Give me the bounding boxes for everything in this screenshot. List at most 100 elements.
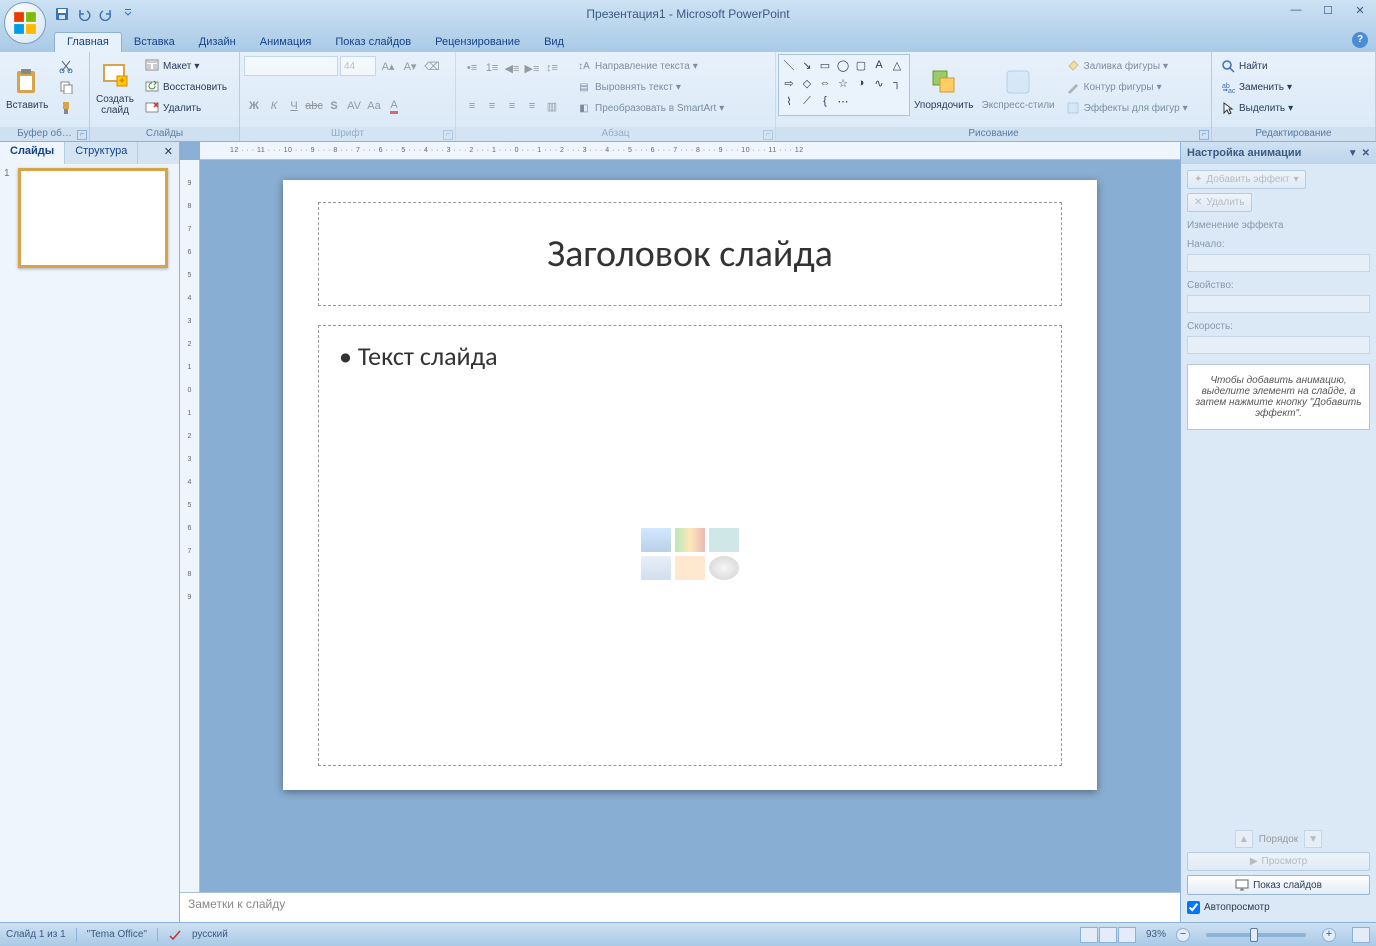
undo-button[interactable] (74, 4, 94, 24)
content-placeholder[interactable]: Текст слайда (318, 325, 1062, 766)
slideshow-button[interactable]: Показ слайдов (1187, 875, 1370, 895)
horizontal-ruler[interactable]: 12 · · · 11 · · · 10 · · · 9 · · · 8 · ·… (200, 142, 1180, 160)
property-combo[interactable] (1187, 295, 1370, 313)
align-center-button[interactable]: ≡ (482, 96, 502, 116)
spellcheck-icon[interactable] (168, 928, 182, 942)
maximize-button[interactable]: ☐ (1316, 2, 1340, 18)
drawing-dialog-launcher[interactable]: ⌐ (1199, 130, 1209, 140)
speed-combo[interactable] (1187, 336, 1370, 354)
panel-tab-outline[interactable]: Структура (65, 142, 138, 164)
slideshow-view-button[interactable] (1118, 927, 1136, 943)
save-button[interactable] (52, 4, 72, 24)
tab-review[interactable]: Рецензирование (423, 33, 532, 52)
italic-button[interactable]: К (264, 96, 284, 116)
qat-customize-button[interactable] (118, 4, 138, 24)
insert-picture-icon[interactable] (641, 556, 671, 580)
insert-chart-icon[interactable] (675, 528, 705, 552)
remove-effect-button[interactable]: ✕Удалить (1187, 193, 1252, 212)
shape-connector-icon[interactable]: ┐ (888, 74, 906, 92)
copy-button[interactable] (54, 77, 78, 97)
shape-star-icon[interactable]: ☆ (834, 74, 852, 92)
insert-media-icon[interactable] (709, 556, 739, 580)
title-placeholder[interactable]: Заголовок слайда (318, 202, 1062, 306)
shape-rounded-rect-icon[interactable]: ▢ (852, 56, 870, 74)
insert-clipart-icon[interactable] (675, 556, 705, 580)
select-button[interactable]: Выделить ▾ (1216, 98, 1297, 118)
shape-ellipse-icon[interactable]: ◯ (834, 56, 852, 74)
cut-button[interactable] (54, 56, 78, 76)
arrange-button[interactable]: Упорядочить (910, 54, 978, 122)
help-button[interactable]: ? (1352, 32, 1368, 48)
tab-animation[interactable]: Анимация (248, 33, 324, 52)
new-slide-button[interactable]: ✦ Создать слайд (92, 54, 138, 122)
insert-table-icon[interactable] (641, 528, 671, 552)
shape-effects-button[interactable]: Эффекты для фигур ▾ (1061, 98, 1192, 118)
paragraph-dialog-launcher[interactable]: ⌐ (763, 130, 773, 140)
strikethrough-button[interactable]: abc (304, 96, 324, 116)
shape-callout-icon[interactable]: ◑ (852, 74, 870, 92)
reset-button[interactable]: Восстановить (140, 77, 231, 97)
zoom-thumb[interactable] (1250, 928, 1258, 942)
tab-slideshow[interactable]: Показ слайдов (323, 33, 423, 52)
preview-button[interactable]: ▶ Просмотр (1187, 852, 1370, 871)
language[interactable]: русский (192, 929, 228, 940)
quick-styles-button[interactable]: Экспресс-стили (978, 54, 1059, 122)
shape-curve-icon[interactable]: ∿ (870, 74, 888, 92)
normal-view-button[interactable] (1080, 927, 1098, 943)
char-spacing-button[interactable]: AV (344, 96, 364, 116)
panel-tab-slides[interactable]: Слайды (0, 142, 65, 164)
animation-pane-dropdown[interactable]: ▼ (1348, 148, 1358, 159)
fit-to-window-button[interactable] (1352, 927, 1370, 943)
shape-triangle-icon[interactable]: △ (888, 56, 906, 74)
columns-button[interactable]: ▥ (542, 96, 562, 116)
clear-format-button[interactable]: ⌫ (422, 56, 442, 76)
paste-button[interactable]: Вставить (2, 54, 52, 122)
reorder-down-button[interactable]: ▼ (1304, 830, 1322, 848)
slide-thumbnail[interactable]: 1 (4, 168, 175, 268)
autopreview-input[interactable] (1187, 901, 1200, 914)
shrink-font-button[interactable]: A▾ (400, 56, 420, 76)
underline-button[interactable]: Ч (284, 96, 304, 116)
text-direction-button[interactable]: ↕AНаправление текста ▾ (572, 56, 728, 76)
replace-button[interactable]: abacЗаменить ▾ (1216, 77, 1297, 97)
tab-design[interactable]: Дизайн (187, 33, 248, 52)
font-family-combo[interactable] (244, 56, 338, 76)
office-button[interactable] (4, 2, 46, 44)
zoom-level[interactable]: 93% (1146, 929, 1166, 940)
font-color-button[interactable]: A (384, 96, 404, 116)
decrease-indent-button[interactable]: ◀≡ (502, 58, 522, 78)
zoom-in-button[interactable]: + (1322, 928, 1336, 942)
sorter-view-button[interactable] (1099, 927, 1117, 943)
tab-home[interactable]: Главная (54, 32, 122, 52)
clipboard-dialog-launcher[interactable]: ⌐ (77, 130, 87, 140)
grow-font-button[interactable]: A▴ (378, 56, 398, 76)
shape-brace-icon[interactable]: { (816, 92, 834, 110)
zoom-out-button[interactable]: − (1176, 928, 1190, 942)
minimize-button[interactable]: — (1284, 2, 1308, 18)
insert-smartart-icon[interactable] (709, 528, 739, 552)
shape-arrow-icon[interactable]: ↘ (798, 56, 816, 74)
shape-fill-button[interactable]: Заливка фигуры ▾ (1061, 56, 1192, 76)
vertical-ruler[interactable]: 9876543210123456789 (180, 160, 200, 892)
shape-freeform-icon[interactable]: ⟋ (798, 92, 816, 110)
slide-canvas[interactable]: Заголовок слайда Текст слайда (283, 180, 1097, 790)
reorder-up-button[interactable]: ▲ (1235, 830, 1253, 848)
convert-smartart-button[interactable]: ◧Преобразовать в SmartArt ▾ (572, 98, 728, 118)
zoom-slider[interactable] (1206, 933, 1306, 937)
shape-outline-button[interactable]: Контур фигуры ▾ (1061, 77, 1192, 97)
redo-button[interactable] (96, 4, 116, 24)
canvas-area[interactable]: Заголовок слайда Текст слайда (200, 160, 1180, 892)
close-button[interactable]: ✕ (1348, 2, 1372, 18)
align-text-button[interactable]: ▤Выровнять текст ▾ (572, 77, 728, 97)
shape-right-arrow-icon[interactable]: ⇨ (780, 74, 798, 92)
autopreview-checkbox[interactable]: Автопросмотр (1187, 899, 1370, 916)
tab-view[interactable]: Вид (532, 33, 576, 52)
add-effect-button[interactable]: ✦Добавить эффект ▾ (1187, 170, 1306, 189)
animation-pane-close[interactable]: ✕ (1362, 148, 1370, 159)
align-left-button[interactable]: ≡ (462, 96, 482, 116)
shape-more-icon[interactable]: ⋯ (834, 92, 852, 110)
shape-double-arrow-icon[interactable]: ⇔ (816, 74, 834, 92)
format-painter-button[interactable] (54, 98, 78, 118)
thumbnails-area[interactable]: 1 (0, 164, 179, 922)
shape-textbox-icon[interactable]: A (870, 56, 888, 74)
